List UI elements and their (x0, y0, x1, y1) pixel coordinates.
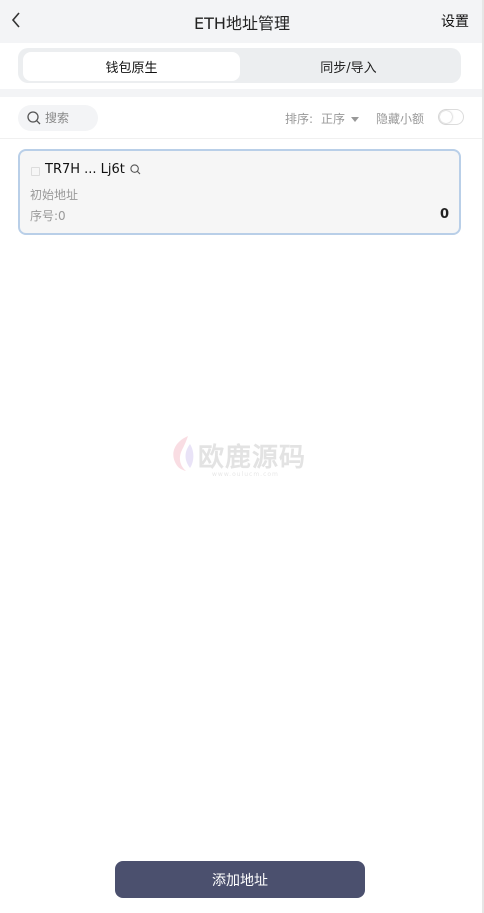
toggle-knob (440, 111, 452, 123)
watermark-subtext: www.oulucm.com (212, 471, 279, 478)
address-card[interactable]: TR7H ... Lj6t 初始地址 序号:0 0 (18, 149, 461, 235)
watermark: 欧鹿源码 www.oulucm.com (168, 432, 318, 482)
tab-sync-import[interactable]: 同步/导入 (240, 52, 457, 81)
search-box[interactable] (18, 105, 98, 131)
address-manager-page: ETH地址管理 设置 钱包原生 同步/导入 排序: 正序 隐藏小额 TR (0, 0, 484, 913)
sort-value: 正序 (321, 112, 346, 126)
tab-wallet-native[interactable]: 钱包原生 (23, 52, 240, 81)
address-label: 初始地址 (30, 188, 79, 202)
page-title: ETH地址管理 (194, 14, 290, 33)
search-icon (130, 164, 141, 175)
hide-small-toggle[interactable] (438, 109, 464, 125)
segmented-tabs: 钱包原生 同步/导入 (18, 48, 461, 83)
address-row: TR7H ... Lj6t (45, 162, 141, 177)
address-text: TR7H ... Lj6t (45, 162, 125, 177)
section-divider (0, 89, 484, 97)
address-balance: 0 (439, 207, 449, 222)
search-icon (27, 111, 41, 125)
tabs-section: 钱包原生 同步/导入 (0, 43, 484, 89)
caret-down-icon (351, 116, 360, 122)
sort-dropdown[interactable]: 正序 (321, 110, 360, 127)
settings-button[interactable]: 设置 (441, 11, 469, 31)
add-address-button[interactable]: 添加地址 (115, 861, 365, 898)
hide-small-label: 隐藏小额 (376, 112, 425, 126)
sort-label: 排序: (285, 112, 314, 126)
watermark-text: 欧鹿源码 (198, 443, 307, 473)
watermark-logo-icon (173, 436, 194, 471)
select-checkbox[interactable] (31, 167, 40, 176)
address-search-button[interactable] (130, 164, 141, 175)
header-bar: ETH地址管理 设置 (0, 0, 484, 43)
address-sequence: 序号:0 (30, 209, 66, 223)
search-input[interactable] (45, 111, 93, 125)
filter-toolbar: 排序: 正序 隐藏小额 (0, 97, 484, 139)
